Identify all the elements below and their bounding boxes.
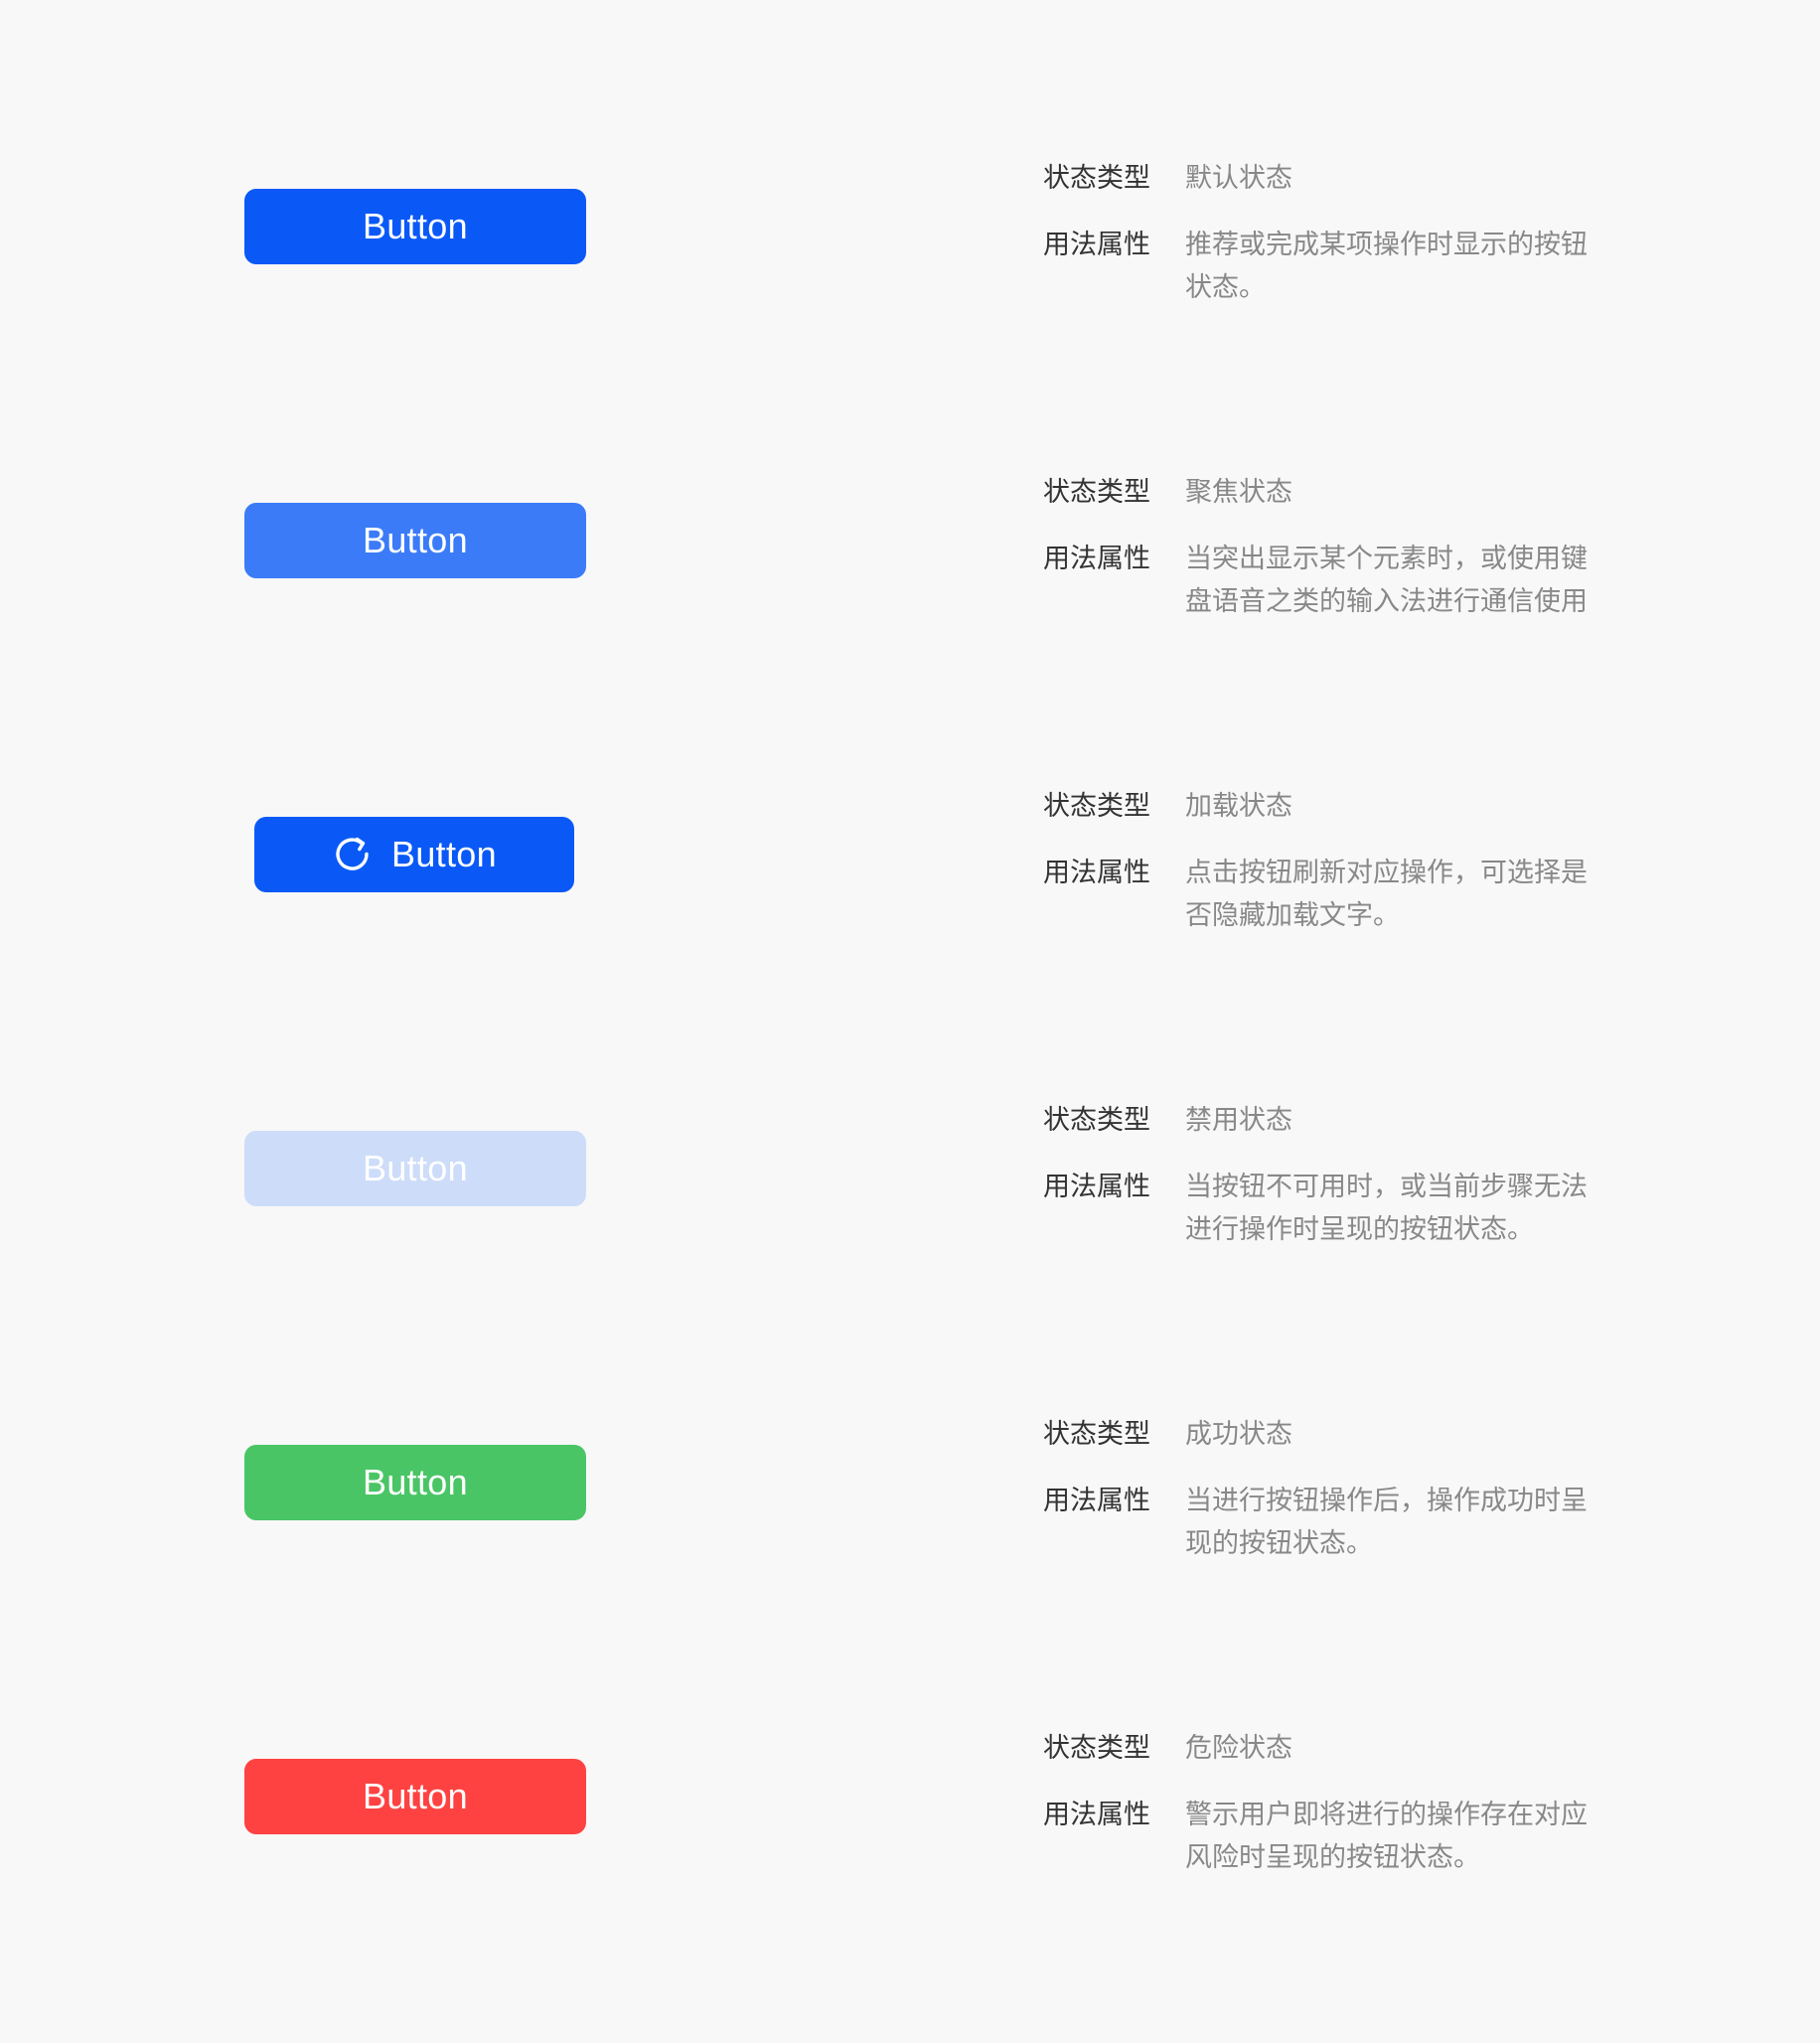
state-type-key: 状态类型 bbox=[1043, 1733, 1150, 1764]
usage-line: 用法属性 警示用户即将进行的操作存在对应风险时呈现的按钮状态。 bbox=[1043, 1794, 1639, 1879]
state-type-value: 成功状态 bbox=[1185, 1419, 1292, 1450]
usage-value: 点击按钮刷新对应操作，可选择是否隐藏加载文字。 bbox=[1185, 858, 1588, 931]
button-label: Button bbox=[363, 1462, 468, 1502]
state-type-value: 加载状态 bbox=[1185, 791, 1292, 822]
state-row-focus: Button 状态类型 聚焦状态 用法属性 当突出显示某个元素时，或使用键盘语音… bbox=[0, 471, 1820, 785]
state-row-danger: Button 状态类型 危险状态 用法属性 警示用户即将进行的操作存在对应风险时… bbox=[0, 1727, 1820, 2041]
button-label: Button bbox=[363, 520, 468, 560]
state-type-line: 状态类型 默认状态 bbox=[1043, 157, 1639, 200]
usage-key: 用法属性 bbox=[1043, 1486, 1150, 1516]
usage-value: 当按钮不可用时，或当前步骤无法进行操作时呈现的按钮状态。 bbox=[1185, 1172, 1588, 1245]
state-type-value: 聚焦状态 bbox=[1185, 477, 1292, 508]
usage-value: 推荐或完成某项操作时显示的按钮状态。 bbox=[1185, 230, 1588, 303]
state-info-danger: 状态类型 危险状态 用法属性 警示用户即将进行的操作存在对应风险时呈现的按钮状态… bbox=[1043, 1727, 1639, 1879]
usage-key: 用法属性 bbox=[1043, 1172, 1150, 1202]
usage-key: 用法属性 bbox=[1043, 858, 1150, 888]
usage-value: 当进行按钮操作后，操作成功时呈现的按钮状态。 bbox=[1185, 1486, 1588, 1559]
state-type-key: 状态类型 bbox=[1043, 791, 1150, 822]
usage-value: 当突出显示某个元素时，或使用键盘语音之类的输入法进行通信使用 bbox=[1185, 544, 1588, 617]
state-type-key: 状态类型 bbox=[1043, 1105, 1150, 1136]
usage-key: 用法属性 bbox=[1043, 1800, 1150, 1830]
state-row-loading: Button 状态类型 加载状态 用法属性 点击按钮刷新对应操作，可选择是否隐藏… bbox=[0, 785, 1820, 1099]
state-row-default: Button 状态类型 默认状态 用法属性 推荐或完成某项操作时显示的按钮状态。 bbox=[0, 157, 1820, 471]
refresh-icon bbox=[336, 837, 369, 870]
button-label: Button bbox=[391, 834, 497, 874]
state-type-line: 状态类型 聚焦状态 bbox=[1043, 471, 1639, 514]
usage-line: 用法属性 点击按钮刷新对应操作，可选择是否隐藏加载文字。 bbox=[1043, 852, 1639, 937]
state-type-line: 状态类型 成功状态 bbox=[1043, 1413, 1639, 1456]
button-states-canvas: Button 状态类型 默认状态 用法属性 推荐或完成某项操作时显示的按钮状态。… bbox=[0, 0, 1820, 2043]
state-info-disabled: 状态类型 禁用状态 用法属性 当按钮不可用时，或当前步骤无法进行操作时呈现的按钮… bbox=[1043, 1099, 1639, 1251]
default-button[interactable]: Button bbox=[244, 189, 586, 264]
state-type-line: 状态类型 加载状态 bbox=[1043, 785, 1639, 828]
loading-button[interactable]: Button bbox=[254, 817, 574, 892]
usage-line: 用法属性 当按钮不可用时，或当前步骤无法进行操作时呈现的按钮状态。 bbox=[1043, 1166, 1639, 1251]
state-info-focus: 状态类型 聚焦状态 用法属性 当突出显示某个元素时，或使用键盘语音之类的输入法进… bbox=[1043, 471, 1639, 623]
state-type-key: 状态类型 bbox=[1043, 163, 1150, 194]
usage-line: 用法属性 推荐或完成某项操作时显示的按钮状态。 bbox=[1043, 224, 1639, 309]
button-label: Button bbox=[363, 1148, 468, 1188]
danger-button[interactable]: Button bbox=[244, 1759, 586, 1834]
state-info-loading: 状态类型 加载状态 用法属性 点击按钮刷新对应操作，可选择是否隐藏加载文字。 bbox=[1043, 785, 1639, 937]
state-type-value: 危险状态 bbox=[1185, 1733, 1292, 1764]
button-label: Button bbox=[363, 206, 468, 246]
disabled-button: Button bbox=[244, 1131, 586, 1206]
state-info-success: 状态类型 成功状态 用法属性 当进行按钮操作后，操作成功时呈现的按钮状态。 bbox=[1043, 1413, 1639, 1565]
usage-line: 用法属性 当进行按钮操作后，操作成功时呈现的按钮状态。 bbox=[1043, 1480, 1639, 1565]
button-label: Button bbox=[363, 1776, 468, 1816]
state-info-default: 状态类型 默认状态 用法属性 推荐或完成某项操作时显示的按钮状态。 bbox=[1043, 157, 1639, 309]
state-type-value: 默认状态 bbox=[1185, 163, 1292, 194]
usage-key: 用法属性 bbox=[1043, 544, 1150, 574]
focus-button[interactable]: Button bbox=[244, 503, 586, 578]
success-button[interactable]: Button bbox=[244, 1445, 586, 1520]
state-type-line: 状态类型 禁用状态 bbox=[1043, 1099, 1639, 1142]
state-type-key: 状态类型 bbox=[1043, 1419, 1150, 1450]
state-type-key: 状态类型 bbox=[1043, 477, 1150, 508]
usage-value: 警示用户即将进行的操作存在对应风险时呈现的按钮状态。 bbox=[1185, 1800, 1588, 1873]
state-type-value: 禁用状态 bbox=[1185, 1105, 1292, 1136]
usage-line: 用法属性 当突出显示某个元素时，或使用键盘语音之类的输入法进行通信使用 bbox=[1043, 538, 1639, 623]
state-row-success: Button 状态类型 成功状态 用法属性 当进行按钮操作后，操作成功时呈现的按… bbox=[0, 1413, 1820, 1727]
usage-key: 用法属性 bbox=[1043, 230, 1150, 260]
state-type-line: 状态类型 危险状态 bbox=[1043, 1727, 1639, 1770]
state-row-disabled: Button 状态类型 禁用状态 用法属性 当按钮不可用时，或当前步骤无法进行操… bbox=[0, 1099, 1820, 1413]
